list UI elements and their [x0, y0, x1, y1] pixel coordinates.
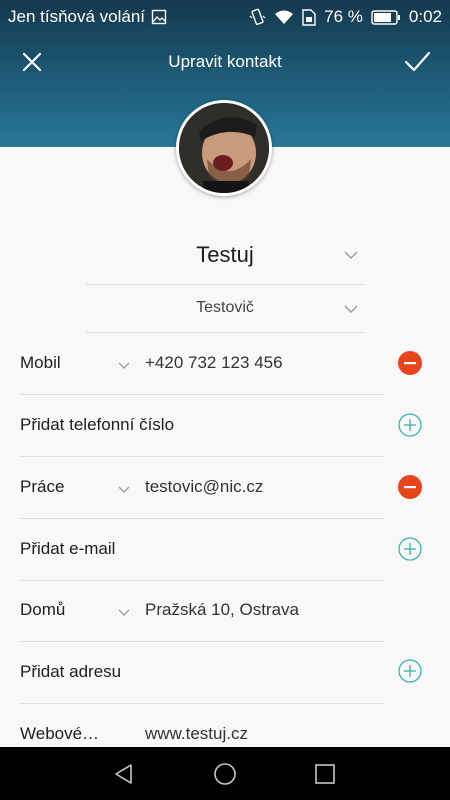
navigation-bar: [0, 747, 450, 800]
toolbar: Upravit kontakt: [0, 40, 450, 84]
plus-circle-icon: [398, 659, 422, 683]
add-email-row[interactable]: Přidat e-mail: [20, 518, 384, 581]
email-value-input[interactable]: testovic@nic.cz: [145, 477, 263, 497]
phone-row: Mobil +420 732 123 456: [20, 332, 384, 395]
email-row: Práce testovic@nic.cz: [20, 456, 384, 519]
add-phone-row[interactable]: Přidat telefonní číslo: [20, 394, 384, 457]
check-icon: [404, 51, 431, 72]
recents-button[interactable]: [313, 762, 337, 786]
chevron-down-icon[interactable]: [344, 247, 358, 265]
plus-circle-icon: [398, 537, 422, 561]
phone-type-label[interactable]: Mobil: [20, 353, 61, 373]
back-button[interactable]: [112, 762, 136, 786]
image-icon: [151, 9, 167, 25]
add-address-button[interactable]: [398, 659, 422, 683]
add-phone-button[interactable]: [398, 413, 422, 437]
sim-icon: [302, 8, 316, 26]
last-name-field[interactable]: Testovič: [86, 284, 364, 333]
plus-circle-icon: [398, 413, 422, 437]
email-type-label[interactable]: Práce: [20, 477, 64, 497]
add-address-label: Přidat adresu: [20, 662, 122, 681]
recents-icon: [315, 764, 335, 784]
avatar[interactable]: [176, 100, 272, 196]
add-phone-label: Přidat telefonní číslo: [20, 415, 175, 434]
minus-circle-icon: [398, 351, 422, 375]
website-type-label[interactable]: Webové…: [20, 724, 99, 744]
add-email-label: Přidat e-mail: [20, 539, 116, 558]
battery-percent: 76 %: [324, 7, 363, 26]
chevron-down-icon[interactable]: [118, 481, 130, 499]
first-name-field[interactable]: Testuj: [86, 232, 364, 285]
back-icon: [115, 764, 132, 784]
first-name-value: Testuj: [196, 242, 254, 267]
remove-email-button[interactable]: [398, 475, 422, 499]
address-type-label[interactable]: Domů: [20, 600, 65, 620]
carrier-text: Jen tísňová volání: [8, 7, 146, 26]
save-button[interactable]: [402, 48, 432, 76]
vibrate-icon: [248, 8, 266, 26]
last-name-value: Testovič: [196, 299, 254, 316]
address-value-input[interactable]: Pražská 10, Ostrava: [145, 600, 299, 620]
home-button[interactable]: [213, 762, 237, 786]
address-row: Domů Pražská 10, Ostrava: [20, 579, 384, 642]
chevron-down-icon[interactable]: [118, 357, 130, 375]
wifi-icon: [274, 9, 294, 25]
add-email-button[interactable]: [398, 537, 422, 561]
battery-icon: [371, 9, 401, 25]
phone-value-input[interactable]: +420 732 123 456: [145, 353, 283, 373]
page-title: Upravit kontakt: [168, 52, 282, 71]
minus-circle-icon: [398, 475, 422, 499]
chevron-down-icon[interactable]: [344, 301, 358, 319]
chevron-down-icon[interactable]: [118, 604, 130, 622]
clock-time: 0:02: [408, 7, 442, 26]
add-address-row[interactable]: Přidat adresu: [20, 641, 384, 704]
status-bar: Jen tísňová volání 76 % 0:02: [0, 0, 450, 32]
remove-phone-button[interactable]: [398, 351, 422, 375]
home-icon: [214, 763, 236, 785]
website-value-input[interactable]: www.testuj.cz: [145, 724, 248, 744]
